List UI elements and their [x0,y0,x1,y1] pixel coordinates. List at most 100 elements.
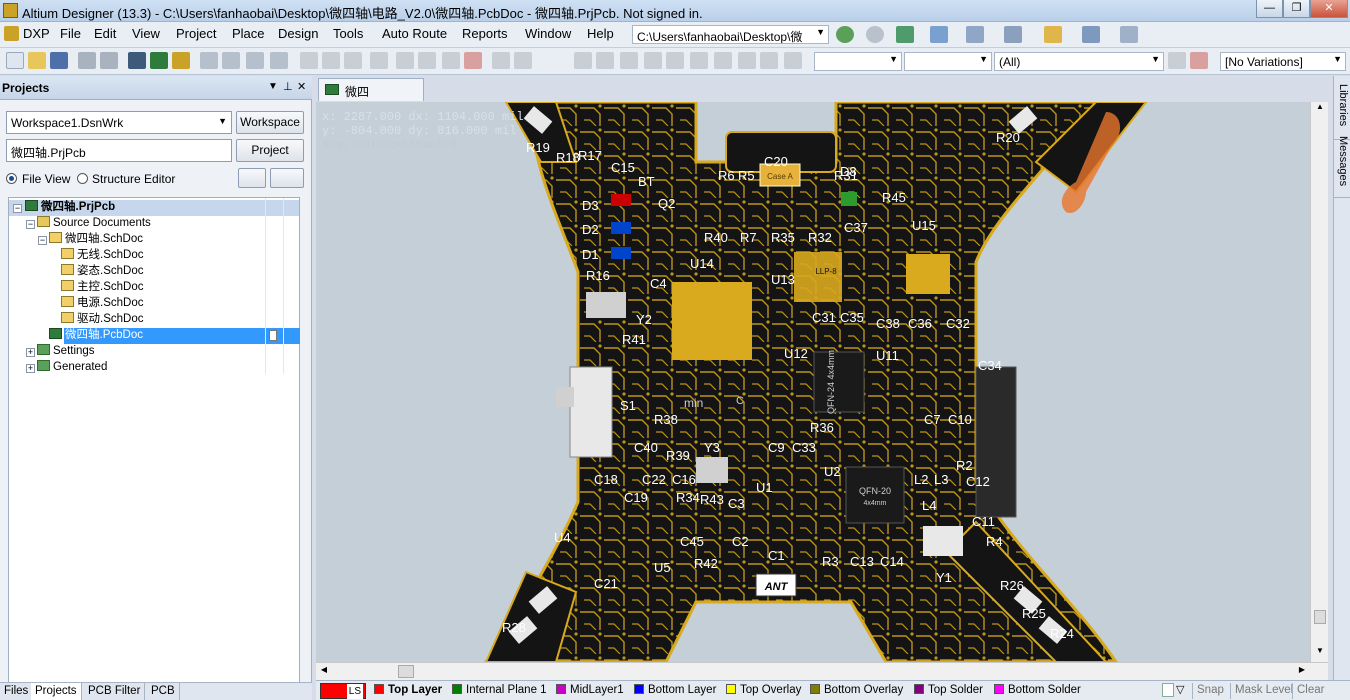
horizontal-scrollbar[interactable]: ◀ ▶ [316,662,1328,680]
current-layer-swatch[interactable]: LS [320,683,366,699]
back-icon[interactable] [836,26,854,43]
designator-label[interactable]: R40 [704,230,728,245]
close-button[interactable]: ✕ [1310,0,1348,18]
tree-schematic-item[interactable]: 姿态.SchDoc [61,264,143,280]
pcb-board-svg[interactable]: Case A QFN-24 4x4mm QFN-20 4x4mm LLP-8 A… [316,102,1310,662]
designator-label[interactable]: U13 [771,272,795,287]
tab-libraries[interactable]: Libraries [1334,80,1350,140]
string-icon[interactable] [760,52,778,69]
designator-label[interactable]: C21 [594,576,618,591]
workspace-combo[interactable]: Workspace1.DsnWrk ▼ [6,111,232,134]
filter-combo-1[interactable]: ▼ [814,52,902,71]
designator-label[interactable]: C7 [924,412,941,427]
save-icon[interactable] [50,52,68,69]
expand-icon[interactable]: + [26,348,35,357]
designator-label[interactable]: D2 [582,222,599,237]
paste-icon[interactable] [344,52,362,69]
path-combo[interactable]: C:\Users\fanhaobai\Desktop\微 ▼ [632,25,829,44]
tree-schematic-item[interactable]: 电源.SchDoc [61,296,143,312]
menu-file[interactable]: File [60,26,81,41]
redo-icon[interactable] [514,52,532,69]
designator-label[interactable]: R28 [502,620,526,635]
designator-label[interactable]: C35 [840,310,864,325]
designator-label[interactable]: Y3 [704,440,720,455]
scroll-right-icon[interactable]: ▶ [1296,665,1308,678]
workspace-button[interactable]: Workspace [236,111,304,134]
designator-label[interactable]: D3 [582,198,599,213]
designator-label[interactable]: C32 [946,316,970,331]
layer-tab-midlayer1[interactable]: MidLayer1 [556,683,624,699]
fill-icon[interactable] [714,52,732,69]
scroll-down-icon[interactable]: ▼ [1314,646,1326,660]
designator-label[interactable]: R2 [956,458,973,473]
scroll-up-icon[interactable]: ▲ [1314,102,1326,116]
pcb-canvas[interactable]: Case A QFN-24 4x4mm QFN-20 4x4mm LLP-8 A… [316,102,1310,662]
designator-label[interactable]: C2 [732,534,749,549]
home-icon[interactable] [896,26,914,43]
designator-label[interactable]: R4 [986,534,1003,549]
layer-filter-icon[interactable]: ▽ [1176,683,1184,699]
zoom-area-icon[interactable] [222,52,240,69]
grid-icon[interactable] [1120,26,1138,43]
designator-label[interactable]: R20 [996,130,1020,145]
tree-schematic-item[interactable]: 主控.SchDoc [61,280,143,296]
designator-label[interactable]: R26 [1000,578,1024,593]
designator-label[interactable]: R5 [738,168,755,183]
variations-combo[interactable]: [No Variations] ▼ [1220,52,1346,71]
multi-route-icon[interactable] [620,52,638,69]
zoom-selected-icon[interactable] [246,52,264,69]
menu-project[interactable]: Project [176,26,216,41]
designator-label[interactable]: R16 [586,268,610,283]
filter-combo-2[interactable]: ▼ [904,52,992,71]
designator-label[interactable]: U2 [824,464,841,479]
designator-label[interactable]: D8 [840,164,857,179]
designator-label[interactable]: R7 [740,230,757,245]
designator-label[interactable]: R45 [882,190,906,205]
collapse-icon[interactable]: − [38,236,47,245]
scroll-thumb[interactable] [398,665,414,678]
panel-close-icon[interactable]: ✕ [297,80,306,93]
structure-editor-radio[interactable] [77,173,88,184]
project-options-icon[interactable] [238,168,266,188]
deselect-icon[interactable] [442,52,460,69]
copy-icon[interactable] [322,52,340,69]
move-icon[interactable] [418,52,436,69]
tree-settings[interactable]: Settings [37,344,95,360]
designator-label[interactable]: L3 [934,472,948,487]
forward-icon[interactable] [866,26,884,43]
menu-window[interactable]: Window [525,26,571,41]
zoom-fit-icon[interactable] [200,52,218,69]
designator-label[interactable]: R43 [700,492,724,507]
designator-label[interactable]: U15 [912,218,936,233]
designator-label[interactable]: C1 [768,548,785,563]
designator-label[interactable]: C9 [768,440,785,455]
tab-pcb[interactable]: PCB [147,683,180,700]
designator-label[interactable]: C15 [611,160,635,175]
designator-label[interactable]: Y1 [936,570,952,585]
designator-label[interactable]: D1 [582,247,599,262]
designator-label[interactable]: C4 [650,276,667,291]
scroll-left-icon[interactable]: ◀ [318,665,330,678]
qfn24-chip[interactable] [813,351,865,413]
designator-label[interactable]: R38 [654,412,678,427]
pad-icon[interactable] [644,52,662,69]
layer-scroll-left-icon[interactable] [1162,683,1174,697]
layer-tab-internal-plane-1[interactable]: Internal Plane 1 [452,683,547,699]
designator-label[interactable]: R39 [666,448,690,463]
designator-label[interactable]: R32 [808,230,832,245]
mask-level-button[interactable]: Mask Level [1230,683,1297,699]
designator-label[interactable]: Y2 [636,312,652,327]
designator-label[interactable]: C31 [812,310,836,325]
filter-apply-icon[interactable] [1168,52,1186,69]
room-icon[interactable] [1082,26,1100,43]
designator-label[interactable]: S1 [620,398,636,413]
layer-tab-bottom-solder[interactable]: Bottom Solder [994,683,1081,699]
tree-schematic-item[interactable]: 无线.SchDoc [61,248,143,264]
tab-pcb-filter[interactable]: PCB Filter [84,683,146,700]
minimize-button[interactable]: — [1256,0,1283,18]
tab-projects[interactable]: Projects [31,683,82,700]
arc-icon[interactable] [690,52,708,69]
designator-label[interactable]: R41 [622,332,646,347]
layer-tab-top-solder[interactable]: Top Solder [914,683,983,699]
via-icon[interactable] [666,52,684,69]
